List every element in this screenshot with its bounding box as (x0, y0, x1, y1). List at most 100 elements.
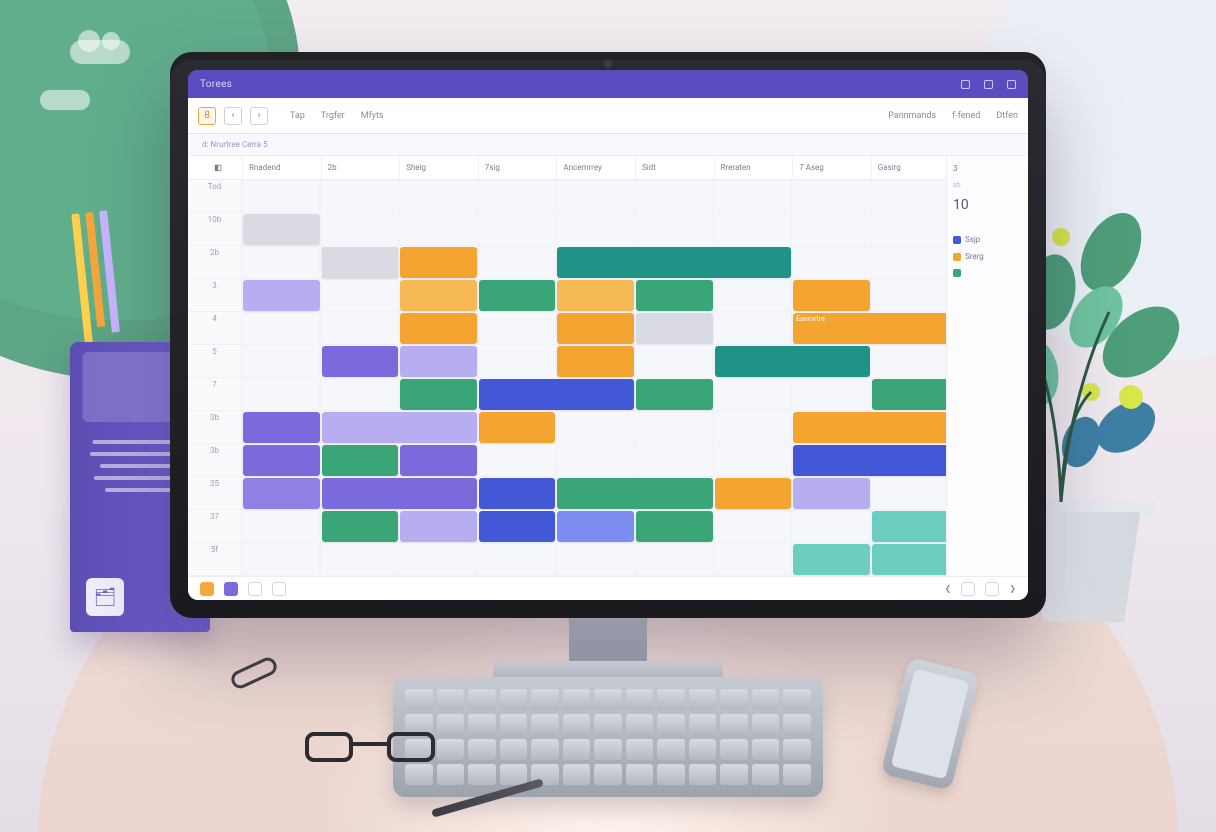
calendar-event[interactable] (400, 313, 477, 344)
time-slot: 37 (188, 510, 241, 543)
col-7[interactable]: Rreraten (714, 156, 793, 179)
calendar-event[interactable] (557, 247, 791, 278)
calendar-event[interactable] (322, 346, 399, 377)
time-slot: 7 (188, 378, 241, 411)
time-slot: Tod (188, 180, 241, 213)
calendar-event[interactable] (243, 445, 320, 476)
status-icon[interactable] (200, 582, 214, 596)
calendar-event[interactable] (322, 247, 399, 278)
calendar-event[interactable] (636, 511, 713, 542)
tab-2[interactable]: Trgfer (321, 111, 345, 121)
calendar-event[interactable] (636, 379, 713, 410)
status-icon[interactable] (248, 582, 262, 596)
calendar-event[interactable] (793, 280, 870, 311)
prev-button[interactable]: ‹ (224, 107, 242, 125)
calendar-event[interactable] (557, 346, 634, 377)
calendar-event[interactable] (636, 313, 713, 344)
calendar-event[interactable] (872, 379, 949, 410)
time-slot: 35 (188, 477, 241, 510)
legend-item[interactable]: Srerg (953, 252, 1022, 261)
calendar-event[interactable] (322, 478, 477, 509)
calendar-event[interactable] (557, 478, 712, 509)
col-9[interactable]: Gasirg (871, 156, 950, 179)
app-name: Torees (200, 79, 232, 90)
calendar-event[interactable] (557, 280, 634, 311)
side-big-number: 10 (953, 197, 1022, 213)
pager-prev[interactable]: ❮ (945, 584, 952, 593)
view-1[interactable]: Pannmands (888, 111, 936, 121)
calendar-event[interactable] (872, 544, 949, 575)
calendar-event[interactable] (322, 412, 477, 443)
status-icon[interactable] (224, 582, 238, 596)
pager-next[interactable]: ❯ (1009, 584, 1016, 593)
calendar-event[interactable] (479, 478, 556, 509)
tab-3[interactable]: Mfyts (361, 111, 384, 121)
col-6[interactable]: Sidt (635, 156, 714, 179)
calendar-event[interactable] (793, 412, 948, 443)
calendar-event[interactable] (400, 280, 477, 311)
status-bar: ❮ ❯ (188, 576, 1028, 600)
calendar-event[interactable] (872, 511, 949, 542)
calendar-event[interactable] (400, 346, 477, 377)
calendar-event[interactable] (322, 445, 399, 476)
calendar-event[interactable] (243, 478, 320, 509)
window-min-icon[interactable] (961, 80, 970, 89)
pager-2[interactable] (985, 582, 999, 596)
calendar-event[interactable] (793, 478, 870, 509)
calendar-event[interactable] (636, 280, 713, 311)
calendar-event[interactable] (400, 379, 477, 410)
legend-item[interactable]: Ssjp (953, 235, 1022, 244)
calendar-event[interactable] (400, 445, 477, 476)
window-titlebar: Torees (188, 70, 1028, 98)
calendar-event[interactable] (715, 346, 870, 377)
tab-1[interactable]: Tap (290, 111, 305, 121)
calendar-event[interactable] (479, 280, 556, 311)
col-4[interactable]: 7sig (478, 156, 557, 179)
column-headers: ◧ Rnadend 2b Sheig 7sig Ancemrrey Sidt R… (188, 156, 1028, 180)
time-slot: 3b (188, 444, 241, 477)
glasses-prop (305, 732, 435, 772)
side-top: 3 (953, 164, 1022, 173)
legend-item[interactable] (953, 269, 1022, 277)
app-window: Torees 8 ‹ › Tap Trgfer Mfyts Pannmands … (188, 70, 1028, 600)
calendar-event[interactable] (243, 214, 320, 245)
calendar-grid[interactable]: Eanmrtre (242, 180, 1028, 576)
pager-1[interactable] (961, 582, 975, 596)
calendar-event[interactable] (243, 280, 320, 311)
time-slot: 2b (188, 246, 241, 279)
col-5[interactable]: Ancemrrey (556, 156, 635, 179)
calendar-event[interactable] (479, 511, 556, 542)
time-slot: 3 (188, 279, 241, 312)
calendar-event[interactable] (400, 511, 477, 542)
calendar-event[interactable] (557, 511, 634, 542)
today-button[interactable]: 8 (198, 107, 216, 125)
calendar-event[interactable] (322, 511, 399, 542)
col-3[interactable]: Sheig (399, 156, 478, 179)
calendar-event[interactable] (715, 478, 792, 509)
next-button[interactable]: › (250, 107, 268, 125)
time-slot: 10b (188, 213, 241, 246)
view-2[interactable]: f-fened (952, 111, 980, 121)
calendar-event[interactable] (793, 544, 870, 575)
calendar-event[interactable]: Eanmrtre (793, 313, 948, 344)
calendar-event[interactable] (243, 412, 320, 443)
header-corner: ◧ (188, 156, 242, 179)
col-1[interactable]: Rnadend (242, 156, 321, 179)
col-8[interactable]: 7 Aseg (792, 156, 871, 179)
calendar-event[interactable] (479, 412, 556, 443)
toolbar: 8 ‹ › Tap Trgfer Mfyts Pannmands f-fened… (188, 98, 1028, 134)
side-caption: sb (953, 181, 1022, 189)
window-max-icon[interactable] (984, 80, 993, 89)
side-panel: 3 sb 10 Ssjp Srerg (946, 156, 1028, 576)
calendar-event[interactable] (400, 247, 477, 278)
time-axis: Tod10b2b34573b3b35375f (188, 180, 242, 576)
breadcrumb-bar: d: Nrurtree Cerra 5 (188, 134, 1028, 156)
calendar-event[interactable] (479, 379, 634, 410)
time-slot: 5f (188, 543, 241, 576)
calendar-event[interactable] (557, 313, 634, 344)
status-icon[interactable] (272, 582, 286, 596)
col-2[interactable]: 2b (321, 156, 400, 179)
window-close-icon[interactable] (1007, 80, 1016, 89)
view-3[interactable]: Dtfen (996, 111, 1018, 121)
calendar-event[interactable] (793, 445, 948, 476)
